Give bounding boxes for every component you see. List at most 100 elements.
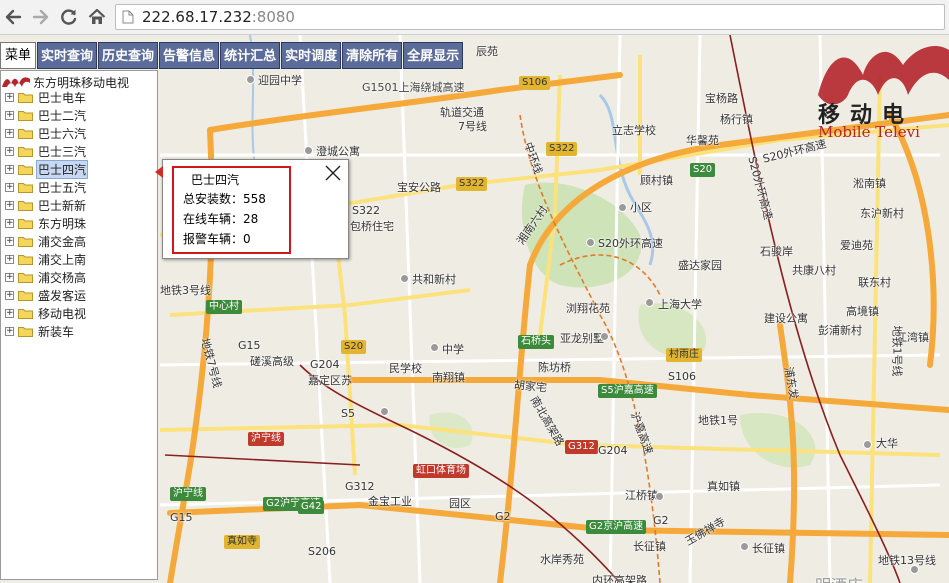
expand-icon[interactable]: + — [5, 309, 14, 318]
statistics-button[interactable]: 统计汇总 — [220, 42, 281, 69]
map-label: 水岸秀苑 — [540, 553, 584, 566]
tree-root[interactable]: 东方明珠移动电视 — [1, 74, 129, 90]
poi-marker[interactable] — [863, 440, 872, 449]
map-label: 磋溪高级 — [250, 355, 294, 368]
expand-icon[interactable]: + — [5, 237, 14, 246]
history-query-button[interactable]: 历史查询 — [98, 42, 159, 69]
poi-marker[interactable] — [600, 332, 609, 341]
tree-item[interactable]: + 巴士三汽 — [5, 143, 88, 160]
reload-button[interactable] — [58, 6, 80, 28]
main-toolbar: 菜单 实时查询 历史查询 告警信息 统计汇总 实时调度 清除所有 全屏显示 — [0, 42, 464, 69]
folder-icon — [18, 219, 33, 229]
tree-item-label: 巴士四汽 — [36, 160, 89, 179]
expand-icon[interactable]: + — [5, 273, 14, 282]
forward-button[interactable] — [30, 6, 52, 28]
popup-pointer — [155, 166, 163, 178]
folder-icon — [18, 255, 33, 265]
road-shield: S322 — [546, 142, 578, 156]
map-label: 上海大学 — [658, 298, 702, 311]
poi-marker[interactable] — [400, 274, 409, 283]
tree-item[interactable]: + 巴士四汽 — [5, 160, 89, 179]
tree-item[interactable]: + 浦交杨高 — [5, 269, 88, 286]
poi-marker[interactable] — [586, 238, 595, 247]
tree-item[interactable]: + 东方明珠 — [5, 215, 88, 232]
tree-item-label: 盛发客运 — [38, 289, 87, 303]
poi-marker[interactable] — [430, 343, 439, 352]
folder-icon — [18, 147, 33, 157]
tree-item-label: 新装车 — [38, 325, 75, 339]
map-label: 内环高架路 — [592, 574, 647, 583]
poi-marker[interactable] — [740, 542, 749, 551]
map-label: 胡家宅 — [513, 378, 548, 395]
map-label: 南翔镇 — [432, 371, 465, 384]
tree-item[interactable]: + 巴士五汽 — [5, 179, 88, 196]
expand-icon[interactable]: + — [5, 219, 14, 228]
back-button[interactable] — [2, 6, 24, 28]
expand-icon[interactable]: + — [5, 183, 14, 192]
map-label: 东沪新村 — [860, 207, 904, 220]
tree-item[interactable]: + 浦交金高 — [5, 233, 88, 250]
poi-marker[interactable] — [304, 146, 313, 155]
tree-item-label: 巴士电车 — [38, 91, 87, 105]
tree-item-label: 浦交金高 — [38, 235, 87, 249]
reload-icon — [61, 9, 77, 25]
address-bar[interactable]: 222.68.17.232:8080 — [115, 4, 945, 30]
tree-item[interactable]: + 新装车 — [5, 323, 76, 340]
expand-icon[interactable]: + — [5, 327, 14, 336]
expand-icon[interactable]: + — [5, 165, 14, 174]
tree-item-label: 巴士五汽 — [38, 181, 87, 195]
map-label: 彭浦新村 — [818, 324, 862, 337]
tree-item[interactable]: + 巴士六汽 — [5, 125, 88, 142]
map-label: S20外环高速 — [598, 237, 663, 250]
folder-icon — [18, 93, 33, 103]
map-label: 地铁13号线 — [878, 554, 936, 567]
clear-all-button[interactable]: 清除所有 — [342, 42, 403, 69]
popup-close-button[interactable] — [324, 164, 342, 182]
expand-icon[interactable]: + — [5, 111, 14, 120]
expand-icon[interactable]: + — [5, 291, 14, 300]
popup-alarm-vehicles: 报警车辆：0 — [183, 232, 251, 246]
map-label: G15 — [170, 511, 193, 524]
realtime-dispatch-button[interactable]: 实时调度 — [281, 42, 342, 69]
arrow-right-icon — [32, 9, 49, 25]
alarm-info-button[interactable]: 告警信息 — [159, 42, 220, 69]
tree-item[interactable]: + 巴士新新 — [5, 197, 88, 214]
poi-marker[interactable] — [645, 298, 654, 307]
map-label: 共和新村 — [412, 273, 456, 286]
map-label: 江桥镇 — [625, 489, 658, 502]
expand-icon[interactable]: + — [5, 255, 14, 264]
folder-icon — [18, 309, 33, 319]
road-shield: G312 — [565, 440, 598, 454]
tree-item[interactable]: + 移动电视 — [5, 305, 88, 322]
realtime-query-button[interactable]: 实时查询 — [37, 42, 98, 69]
road-shield: G42 — [298, 500, 325, 514]
tree-item[interactable]: + 巴士二汽 — [5, 107, 88, 124]
fullscreen-button[interactable]: 全屏显示 — [403, 42, 464, 69]
home-button[interactable] — [86, 6, 108, 28]
expand-icon[interactable]: + — [5, 93, 14, 102]
map-label: 地铁1号线 — [890, 325, 904, 377]
map-label: 盛达家园 — [678, 259, 722, 272]
close-icon — [325, 165, 341, 181]
map-label: 中学 — [442, 343, 464, 356]
poi-marker[interactable] — [618, 203, 627, 212]
map-label: G1501上海绕城高速 — [362, 81, 465, 94]
menu-label[interactable]: 菜单 — [0, 42, 37, 69]
tree-item[interactable]: + 盛发客运 — [5, 287, 88, 304]
map-label: 宝安公路 — [397, 181, 441, 194]
arrow-left-icon — [5, 9, 22, 25]
tree-item[interactable]: + 巴士电车 — [5, 89, 88, 106]
folder-icon — [18, 237, 33, 247]
logo-text-en: Mobile Televi — [818, 123, 920, 141]
map-label: G312 — [345, 480, 375, 493]
expand-icon[interactable]: + — [5, 147, 14, 156]
map-label: 立志学校 — [612, 124, 656, 137]
poi-marker[interactable] — [655, 492, 664, 501]
map-label: 金宝工业 — [368, 495, 412, 508]
expand-icon[interactable]: + — [5, 129, 14, 138]
poi-marker[interactable] — [380, 407, 389, 416]
poi-marker[interactable] — [910, 565, 919, 574]
expand-icon[interactable]: + — [5, 201, 14, 210]
tree-item[interactable]: + 浦交上南 — [5, 251, 88, 268]
poi-marker[interactable] — [246, 75, 255, 84]
